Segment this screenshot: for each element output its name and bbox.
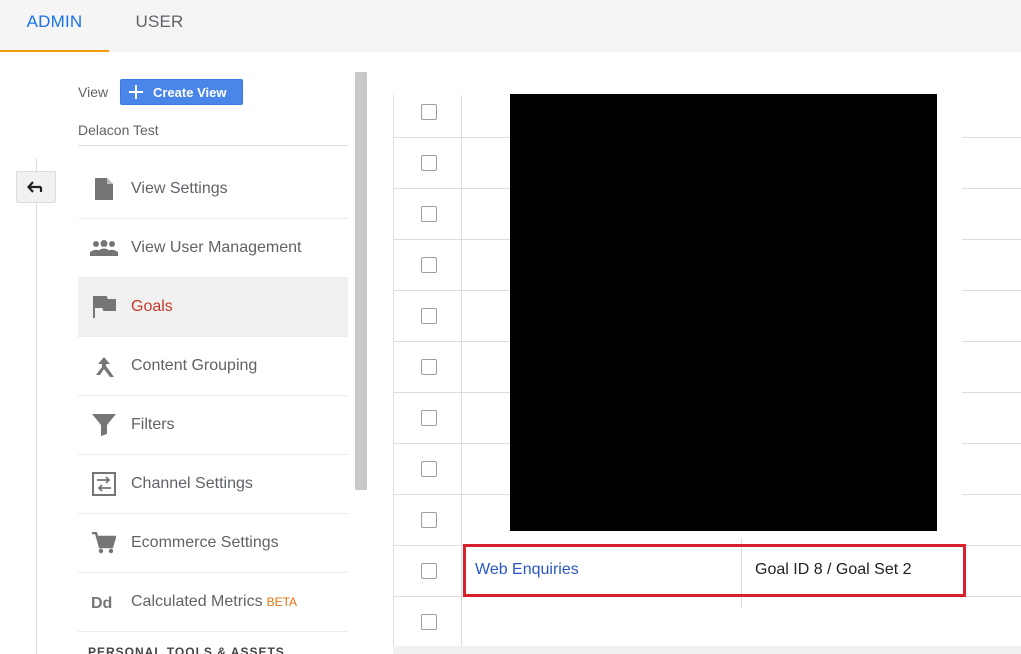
view-label: View — [78, 84, 109, 100]
nav-item-label: Goals — [131, 298, 173, 315]
beta-badge: BETA — [266, 595, 298, 609]
row-checkbox[interactable] — [421, 206, 437, 222]
section-heading: PERSONAL TOOLS & ASSETS — [88, 645, 285, 654]
nav-item-label: Content Grouping — [131, 357, 258, 374]
nav-item-ecommerce-settings[interactable]: Ecommerce Settings — [78, 514, 348, 573]
nav-item-label: Calculated Metrics BETA — [131, 593, 297, 611]
dd-icon: Dd — [90, 589, 118, 615]
top-tab-bar: ADMIN USER — [0, 0, 1021, 52]
view-nav: View Settings View User Management Goals… — [78, 160, 348, 632]
table-row — [393, 597, 1021, 648]
create-view-button[interactable]: Create View — [120, 79, 243, 105]
nav-item-label: Channel Settings — [131, 475, 253, 492]
back-arrow-icon — [27, 181, 43, 193]
channel-icon — [90, 471, 118, 497]
row-checkbox[interactable] — [421, 359, 437, 375]
row-checkbox[interactable] — [421, 155, 437, 171]
redacted-area — [510, 94, 937, 531]
row-checkbox[interactable] — [421, 614, 437, 630]
back-button[interactable] — [16, 171, 56, 203]
row-checkbox[interactable] — [421, 461, 437, 477]
nav-item-goals[interactable]: Goals — [78, 278, 348, 337]
nav-item-label: Filters — [131, 416, 175, 433]
create-view-label: Create View — [153, 84, 227, 100]
nav-item-label: View User Management — [131, 239, 302, 256]
nav-item-content-grouping[interactable]: Content Grouping — [78, 337, 348, 396]
cart-icon — [90, 530, 118, 556]
tab-user[interactable]: USER — [109, 0, 210, 52]
divider — [78, 145, 348, 146]
nav-item-channel-settings[interactable]: Channel Settings — [78, 455, 348, 514]
table-footer — [393, 646, 1021, 654]
filter-icon — [90, 412, 118, 438]
row-checkbox[interactable] — [421, 104, 437, 120]
svg-text:Dd: Dd — [91, 595, 112, 611]
row-checkbox[interactable] — [421, 563, 437, 579]
row-checkbox[interactable] — [421, 257, 437, 273]
document-icon — [90, 176, 118, 202]
view-name: Delacon Test — [78, 122, 159, 138]
nav-item-label: Ecommerce Settings — [131, 534, 279, 551]
highlight-box — [463, 544, 966, 597]
plus-icon — [129, 85, 143, 99]
nav-item-view-user-management[interactable]: View User Management — [78, 219, 348, 278]
column-gap — [937, 94, 962, 544]
nav-item-calculated-metrics[interactable]: Dd Calculated Metrics BETA — [78, 573, 348, 632]
tab-admin[interactable]: ADMIN — [0, 0, 109, 52]
scrollbar[interactable] — [355, 72, 367, 490]
row-checkbox[interactable] — [421, 512, 437, 528]
hierarchy-line — [36, 158, 37, 654]
people-icon — [90, 235, 118, 261]
row-checkbox[interactable] — [421, 410, 437, 426]
flag-icon — [90, 294, 118, 320]
nav-item-label: View Settings — [131, 180, 228, 197]
nav-item-view-settings[interactable]: View Settings — [78, 160, 348, 219]
merge-icon — [90, 353, 118, 379]
nav-item-filters[interactable]: Filters — [78, 396, 348, 455]
calculated-metrics-text: Calculated Metrics — [131, 593, 263, 610]
row-checkbox[interactable] — [421, 308, 437, 324]
